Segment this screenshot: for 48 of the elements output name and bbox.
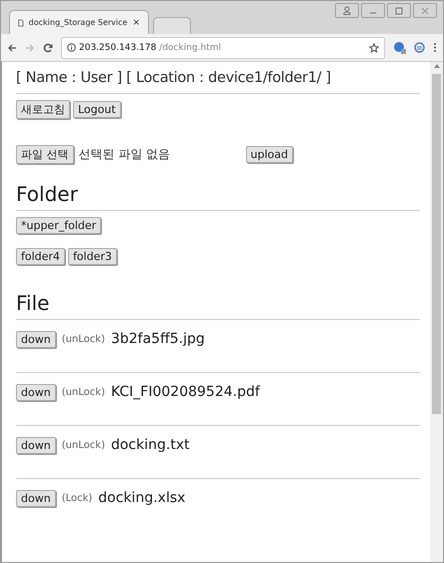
url-host: 203.250.143.178 [79, 42, 156, 52]
browser-tab[interactable]: docking_Storage Service × [9, 10, 149, 34]
choose-file-button[interactable]: 파일 선택 [16, 145, 74, 164]
download-button[interactable]: down [16, 436, 56, 454]
page-icon [18, 18, 24, 28]
download-button[interactable]: down [16, 330, 56, 348]
close-button[interactable] [413, 3, 437, 18]
header-button[interactable]: 새로고침 [16, 100, 70, 119]
upload-button[interactable]: upload [246, 146, 293, 163]
minimize-button[interactable] [361, 3, 385, 18]
tab-title: docking_Storage Service [28, 18, 128, 27]
folder-button[interactable]: folder4 [16, 248, 65, 265]
reload-icon[interactable] [43, 42, 53, 52]
star-icon[interactable] [369, 42, 379, 52]
folder-heading: Folder [16, 182, 79, 206]
file-name: docking.xlsx [98, 490, 186, 506]
maximize-button[interactable] [387, 3, 411, 18]
file-name: docking.txt [110, 437, 190, 453]
address-field[interactable]: 203.250.143.178 /docking.html [61, 36, 385, 58]
extension-icon[interactable] [393, 41, 406, 54]
lock-status: (unLock) [62, 440, 105, 450]
lock-status: (Lock) [62, 492, 92, 504]
scrollbar-thumb[interactable] [432, 74, 441, 414]
header-button[interactable]: Logout [73, 101, 121, 118]
scroll-up-icon[interactable] [434, 64, 440, 68]
close-icon [421, 6, 429, 14]
person-icon [343, 6, 351, 15]
download-button[interactable]: down [16, 490, 56, 506]
new-tab-button[interactable] [153, 17, 191, 34]
file-name: 3b2fa5ff5.jpg [110, 331, 205, 347]
menu-icon[interactable] [433, 42, 437, 53]
file-heading: File [16, 291, 50, 315]
sync-icon[interactable] [414, 42, 425, 53]
location-info: [ Name : User ] [ Location : device1/folder1/ ] [16, 69, 332, 88]
file-name: KCI_FI002089524.pdf [110, 384, 260, 400]
file-status: 선택된 파일 없음 [78, 146, 172, 163]
lock-status: (unLock) [62, 334, 105, 344]
upper-folder-button[interactable]: *upper_folder [16, 217, 102, 234]
tab-close-button[interactable]: × [132, 18, 140, 28]
url-path: /docking.html [159, 42, 222, 52]
forward-icon[interactable] [25, 42, 35, 52]
lock-status: (unLock) [62, 386, 105, 398]
back-icon[interactable] [7, 42, 17, 52]
download-button[interactable]: down [16, 384, 56, 400]
maximize-icon [395, 6, 403, 14]
info-icon [67, 43, 76, 52]
profile-button[interactable] [335, 3, 359, 18]
folder-button[interactable]: folder3 [68, 248, 117, 265]
